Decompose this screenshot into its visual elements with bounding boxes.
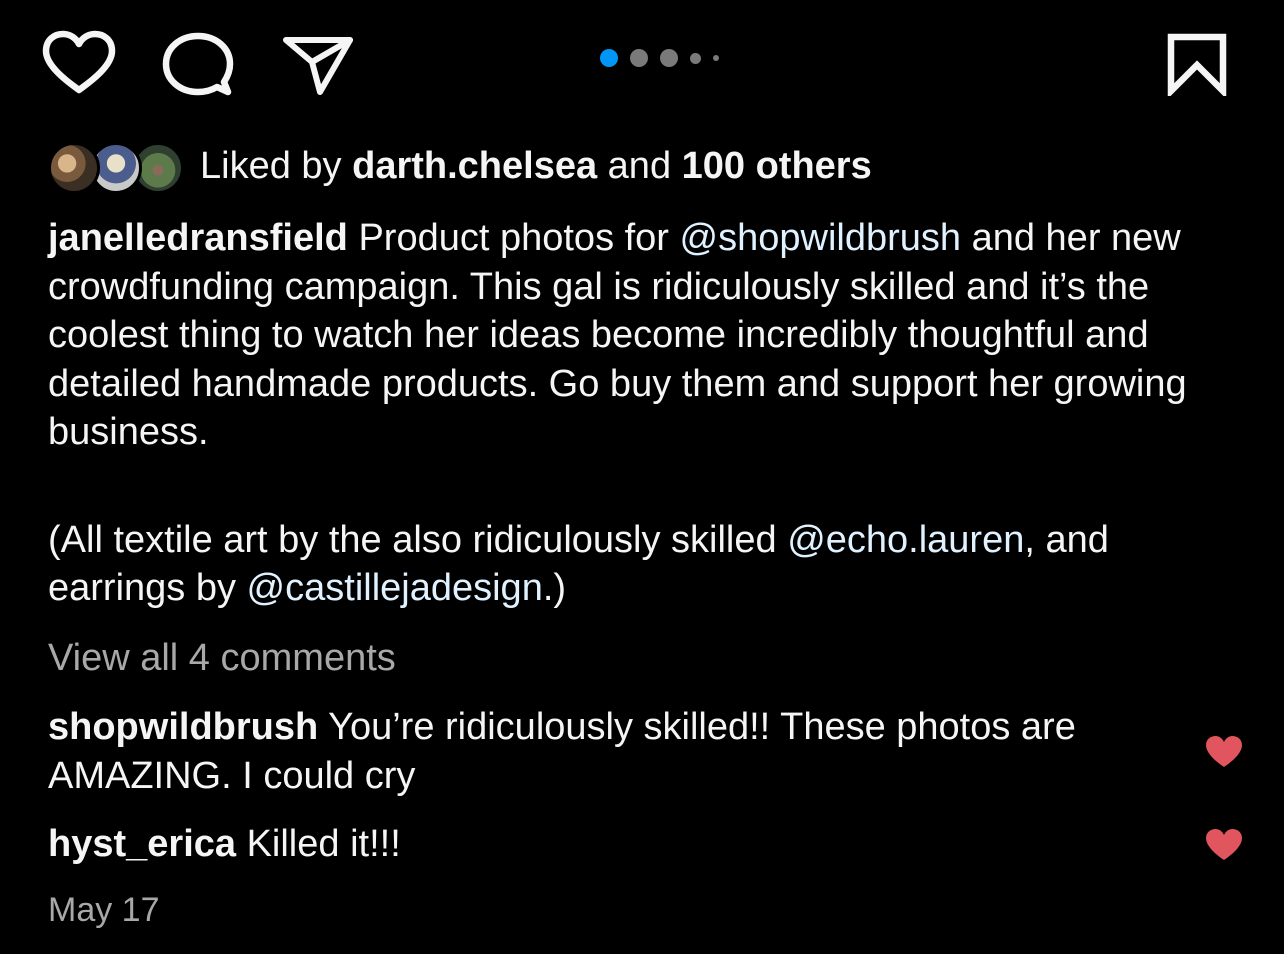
mention-link[interactable]: @shopwildbrush — [680, 217, 962, 259]
bookmark-icon[interactable] — [1166, 32, 1228, 96]
caption-text: (All textile art by the also ridiculousl… — [48, 518, 777, 561]
comment-username[interactable]: shopwildbrush — [48, 706, 318, 748]
carousel-dot — [660, 49, 678, 67]
caption-text: .) — [542, 567, 567, 609]
view-all-comments-link[interactable]: View all 4 comments — [48, 632, 396, 684]
carousel-dot-active — [600, 49, 618, 67]
mention-link[interactable]: @castillejadesign — [247, 567, 543, 609]
comment-text: Killed it!!! — [246, 823, 401, 865]
caption-paragraph: janelledransfield Product photos for @sh… — [48, 214, 1228, 457]
carousel-dot — [630, 49, 648, 67]
caption-text: Product photos for — [358, 217, 669, 259]
liked-by-user[interactable]: darth.chelsea — [352, 145, 597, 187]
post-caption: janelledransfield Product photos for @sh… — [48, 214, 1228, 613]
like-icon[interactable] — [42, 30, 116, 96]
comment-username[interactable]: hyst_erica — [48, 823, 236, 865]
comment-like-heart-icon[interactable] — [1204, 734, 1244, 775]
liked-by-joiner: and — [607, 145, 672, 187]
comment-like-heart-icon[interactable] — [1204, 827, 1244, 868]
caption-paragraph: (All textile art by the also ridiculousl… — [48, 516, 1228, 613]
liker-avatars[interactable] — [48, 138, 184, 194]
caption-username[interactable]: janelledransfield — [48, 217, 348, 259]
post-action-bar — [0, 0, 1284, 130]
avatar — [48, 142, 100, 194]
comment-item: shopwildbrush You’re ridiculously skille… — [48, 703, 1178, 800]
paper-plane-icon[interactable] — [282, 32, 354, 96]
liked-by-prefix: Liked by — [200, 145, 342, 187]
liked-by-text[interactable]: Liked by darth.chelsea and 100 others — [200, 138, 872, 194]
carousel-dot — [713, 55, 719, 61]
carousel-indicator — [600, 48, 719, 68]
comment-icon[interactable] — [162, 32, 234, 96]
liked-by-others[interactable]: 100 others — [682, 145, 872, 187]
carousel-dot — [690, 52, 701, 64]
post-date: May 17 — [48, 891, 160, 929]
likes-summary: Liked by darth.chelsea and 100 others — [48, 138, 872, 194]
comment-item: hyst_erica Killed it!!! — [48, 820, 1178, 869]
mention-link[interactable]: @echo.lauren — [787, 519, 1024, 561]
